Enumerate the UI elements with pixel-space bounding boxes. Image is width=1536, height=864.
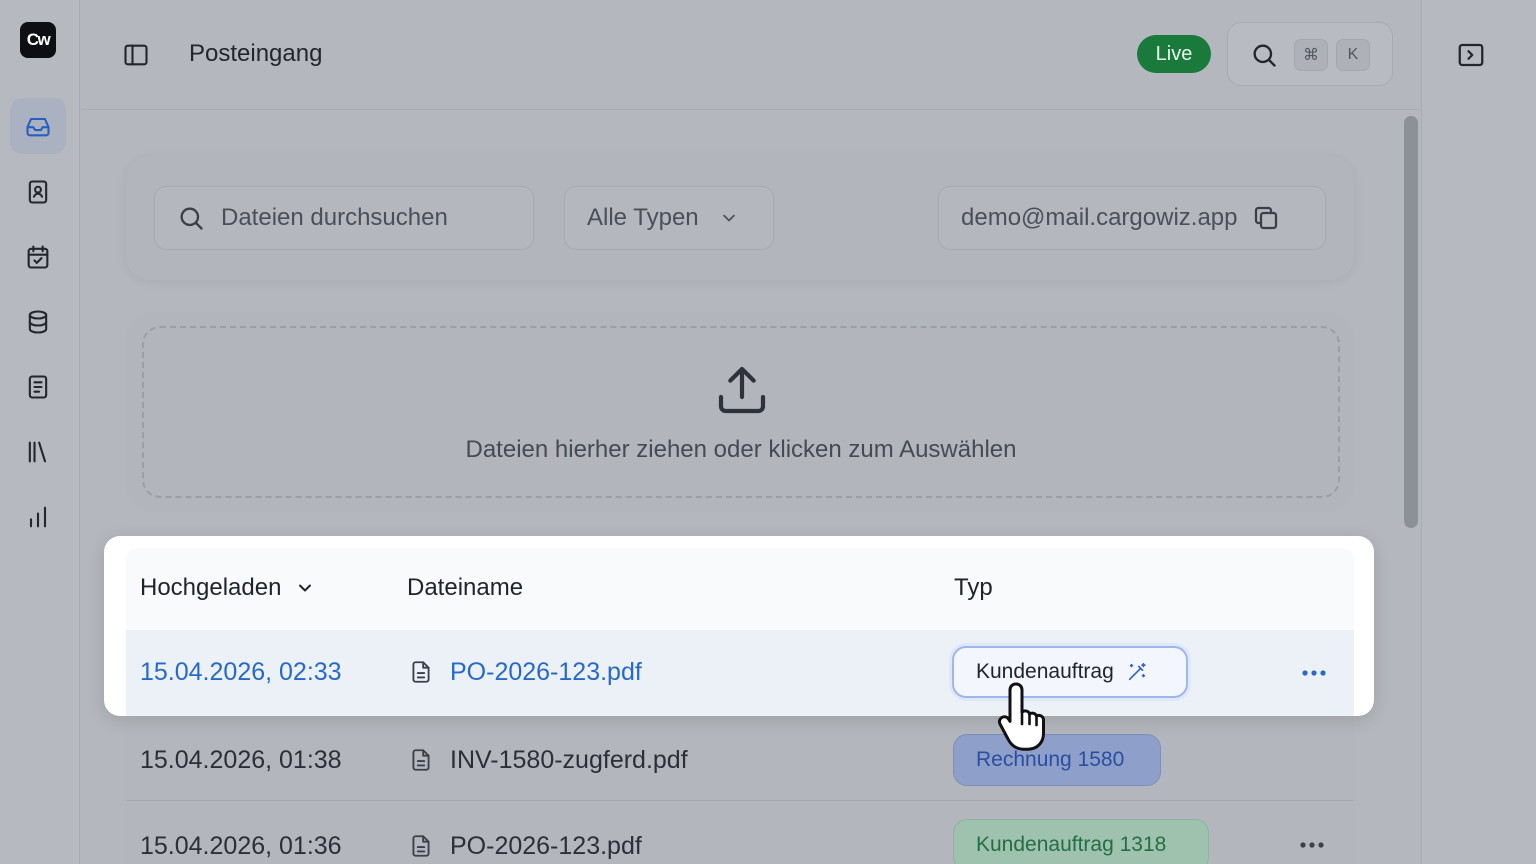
column-uploaded-header[interactable]: Hochgeladen: [140, 574, 315, 602]
type-chip-order[interactable]: Kundenauftrag 1318: [953, 819, 1209, 864]
file-dropzone[interactable]: Dateien hierher ziehen oder klicken zum …: [142, 326, 1340, 498]
inbox-icon: [26, 117, 50, 137]
hand-pointer-cursor-icon: [997, 682, 1045, 751]
sidebar-item-documents[interactable]: [10, 359, 66, 415]
more-horizontal-icon: [1302, 670, 1326, 676]
column-uploaded-label: Hochgeladen: [140, 574, 282, 601]
type-filter-select[interactable]: Alle Typen: [564, 186, 774, 250]
filename-text: INV-1580-zugferd.pdf: [450, 745, 688, 774]
file-icon: [412, 835, 430, 857]
sidebar: Cw: [0, 0, 80, 864]
type-filter-value: Alle Typen: [587, 204, 699, 231]
database-icon: [28, 310, 48, 334]
inbox-email: demo@mail.cargowiz.app: [961, 204, 1238, 231]
app-logo[interactable]: Cw: [20, 22, 56, 58]
filter-bar: Dateien durchsuchen Alle Typen demo@mail…: [126, 156, 1354, 280]
page-title: Posteingang: [189, 40, 323, 67]
copy-icon[interactable]: [1251, 203, 1281, 233]
sidebar-toggle-button[interactable]: [121, 40, 151, 70]
table-row-1-filename[interactable]: PO-2026-123.pdf: [408, 656, 642, 688]
sidebar-item-inbox[interactable]: [10, 98, 66, 154]
sidebar-item-contacts[interactable]: [10, 164, 66, 220]
more-horizontal-icon: [1300, 842, 1324, 848]
filename-text: PO-2026-123.pdf: [450, 831, 642, 860]
command-search-button[interactable]: ⌘ K: [1227, 22, 1393, 86]
sidebar-panel-icon: [124, 44, 148, 66]
right-panel: [1421, 0, 1536, 864]
top-bar: Posteingang Live ⌘ K: [81, 0, 1421, 110]
upload-card: Dateien hierher ziehen oder klicken zum …: [126, 312, 1354, 512]
table-row-3-filename[interactable]: PO-2026-123.pdf: [408, 830, 642, 862]
document-list-icon: [28, 375, 48, 399]
row-3-more-button[interactable]: [1292, 830, 1332, 860]
shortcut-key-cmd: ⌘: [1294, 39, 1328, 71]
sidebar-item-database[interactable]: [10, 294, 66, 350]
file-search-input[interactable]: Dateien durchsuchen: [154, 186, 534, 250]
shortcut-key-k: K: [1336, 39, 1370, 71]
table-row-3-uploaded: 15.04.2026, 01:36: [140, 831, 342, 860]
row-divider: [126, 800, 1354, 801]
contacts-book-icon: [28, 180, 48, 204]
table-highlight-card: Hochgeladen Dateiname Typ 15.04.2026, 02…: [104, 536, 1374, 716]
column-type-header[interactable]: Typ: [954, 574, 993, 602]
right-panel-toggle-button[interactable]: [1456, 40, 1486, 70]
search-icon: [1253, 44, 1276, 67]
chevron-down-icon: [299, 584, 312, 592]
live-status-badge: Live: [1137, 35, 1211, 73]
table-row-2-filename[interactable]: INV-1580-zugferd.pdf: [408, 744, 688, 776]
magic-wand-icon: [1128, 662, 1146, 681]
sidebar-item-calendar[interactable]: [10, 229, 66, 285]
search-icon: [180, 207, 203, 230]
type-chip-selected[interactable]: Kundenauftrag: [952, 646, 1188, 698]
bar-chart-icon: [29, 506, 47, 528]
column-filename-header[interactable]: Dateiname: [407, 574, 523, 602]
table-row-2-uploaded: 15.04.2026, 01:38: [140, 745, 342, 774]
upload-icon: [718, 366, 766, 414]
table-row-1-uploaded: 15.04.2026, 02:33: [140, 657, 342, 686]
table-row-selected[interactable]: 15.04.2026, 02:33 PO-2026-123.pdf Kunden…: [126, 630, 1354, 716]
library-icon: [28, 441, 47, 463]
main-scrollbar[interactable]: [1404, 116, 1418, 528]
sidebar-item-library[interactable]: [10, 424, 66, 480]
row-1-more-button[interactable]: [1294, 658, 1334, 688]
inbox-email-field[interactable]: demo@mail.cargowiz.app: [938, 186, 1326, 250]
calendar-check-icon: [27, 245, 49, 269]
filename-text: PO-2026-123.pdf: [450, 657, 642, 686]
sidebar-item-analytics[interactable]: [10, 489, 66, 545]
chevron-down-icon: [722, 214, 735, 222]
file-icon: [412, 661, 430, 683]
dropzone-text: Dateien hierher ziehen oder klicken zum …: [465, 436, 1017, 463]
search-placeholder: Dateien durchsuchen: [221, 204, 448, 231]
table-header: Hochgeladen Dateiname Typ: [126, 548, 1354, 630]
panel-expand-icon: [1458, 43, 1484, 67]
file-icon: [412, 749, 430, 771]
